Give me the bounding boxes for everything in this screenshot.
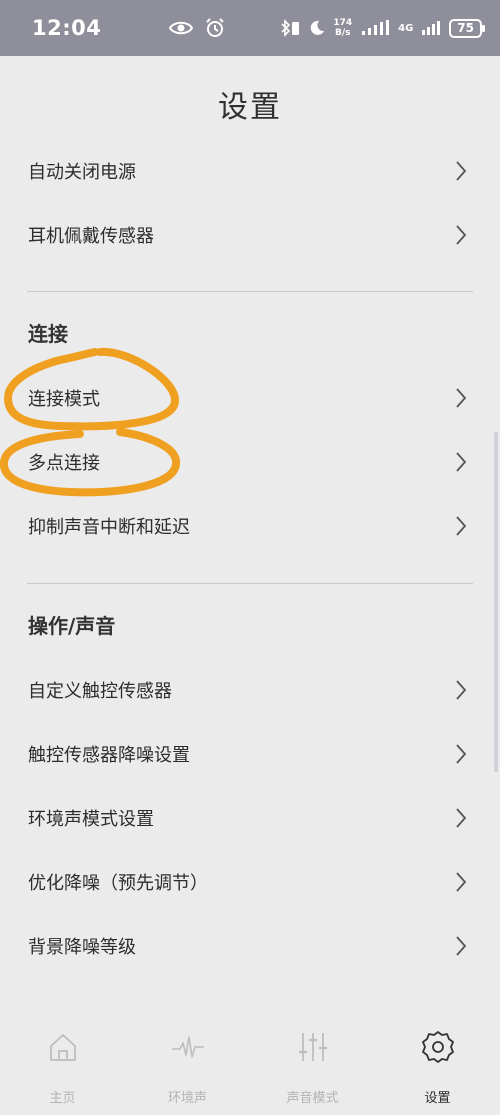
page-title: 设置 bbox=[218, 90, 282, 125]
nav-label: 环境声 bbox=[167, 1091, 207, 1106]
chevron-right-icon bbox=[450, 935, 472, 957]
section-divider bbox=[27, 291, 473, 292]
status-indicators bbox=[169, 18, 225, 38]
signal-icon bbox=[362, 20, 390, 35]
row-label: 自动关闭电源 bbox=[28, 162, 136, 183]
section-divider bbox=[27, 583, 473, 584]
gear-icon bbox=[420, 1029, 456, 1065]
chevron-right-icon bbox=[450, 871, 472, 893]
alarm-icon bbox=[206, 18, 225, 37]
chevron-right-icon bbox=[450, 515, 472, 537]
nav-label: 主页 bbox=[49, 1091, 76, 1106]
moon-icon bbox=[311, 20, 325, 35]
highlight-scribble bbox=[0, 347, 180, 497]
settings-row-custom-touch-sensor[interactable]: 自定义触控传感器 bbox=[0, 658, 500, 722]
signal-4g-icon bbox=[422, 21, 441, 35]
settings-row-auto-power-off[interactable]: 自动关闭电源 bbox=[0, 139, 500, 203]
settings-row-wear-sensor[interactable]: 耳机佩戴传感器 bbox=[0, 203, 500, 267]
status-bar: 12:04 174 B/s 4G 75 bbox=[0, 0, 500, 56]
settings-row-background-nc-level[interactable]: 背景降噪等级 bbox=[0, 914, 500, 978]
nav-label: 设置 bbox=[424, 1091, 451, 1106]
row-label: 耳机佩戴传感器 bbox=[28, 226, 154, 247]
settings-row-optimize-nc[interactable]: 优化降噪（预先调节） bbox=[0, 850, 500, 914]
settings-row-ambient-mode[interactable]: 环境声模式设置 bbox=[0, 786, 500, 850]
row-label: 优化降噪（预先调节） bbox=[28, 873, 208, 894]
chevron-right-icon bbox=[450, 743, 472, 765]
chevron-right-icon bbox=[450, 160, 472, 182]
row-label: 触控传感器降噪设置 bbox=[28, 745, 190, 766]
eye-icon bbox=[169, 21, 194, 35]
row-label: 自定义触控传感器 bbox=[28, 681, 172, 702]
nav-item-ambient[interactable]: 环境声 bbox=[125, 1015, 250, 1115]
nav-item-home[interactable]: 主页 bbox=[0, 1015, 125, 1115]
chevron-right-icon bbox=[450, 451, 472, 473]
row-label: 环境声模式设置 bbox=[28, 809, 154, 830]
chevron-right-icon bbox=[450, 679, 472, 701]
home-icon bbox=[45, 1029, 81, 1065]
bottom-nav: 主页 环境声 声音模式 设置 bbox=[0, 1015, 500, 1115]
settings-row-touch-nc-settings[interactable]: 触控传感器降噪设置 bbox=[0, 722, 500, 786]
battery-indicator: 75 bbox=[449, 18, 485, 38]
nav-item-settings[interactable]: 设置 bbox=[375, 1015, 500, 1115]
chevron-right-icon bbox=[450, 807, 472, 829]
status-time: 12:04 bbox=[32, 16, 102, 40]
scrollbar[interactable] bbox=[494, 432, 498, 772]
row-label: 背景降噪等级 bbox=[28, 937, 136, 958]
nav-label: 声音模式 bbox=[286, 1091, 339, 1106]
equalizer-icon bbox=[295, 1029, 331, 1065]
chevron-right-icon bbox=[450, 387, 472, 409]
network-speed: 174 B/s bbox=[333, 18, 353, 38]
status-right: 174 B/s 4G 75 bbox=[279, 18, 485, 38]
ambient-wave-icon bbox=[170, 1029, 206, 1065]
section-header-operation-sound: 操作/声音 bbox=[28, 614, 116, 638]
row-label: 抑制声音中断和延迟 bbox=[28, 517, 190, 538]
chevron-right-icon bbox=[450, 224, 472, 246]
bluetooth-battery-icon bbox=[281, 19, 300, 37]
network-type: 4G bbox=[398, 22, 414, 34]
nav-item-sound-mode[interactable]: 声音模式 bbox=[250, 1015, 375, 1115]
